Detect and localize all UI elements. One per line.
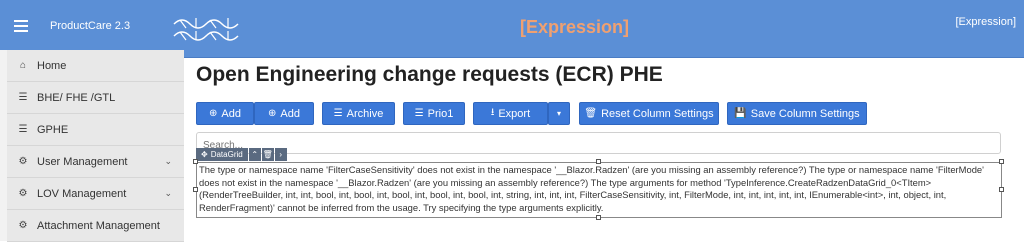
search-field[interactable] (196, 132, 1001, 154)
resize-handle[interactable] (193, 159, 198, 164)
sidebar-item-lov-management[interactable]: ⚙ LOV Management ⌄ (7, 178, 184, 210)
chevron-right-icon[interactable]: › (274, 148, 287, 161)
chevron-up-icon[interactable]: ⌃ (248, 148, 261, 161)
sidebar: ⌂ Home ☰ BHE/ FHE /GTL ☰ GPHE ⚙ User Man… (0, 50, 184, 242)
export-dropdown-button[interactable]: ▾ (548, 102, 570, 125)
move-icon: ✥ (201, 150, 208, 159)
expression-placeholder: [Expression] (520, 17, 630, 37)
archive-button[interactable]: ☰ Archive (322, 102, 395, 125)
gear-icon: ⚙ (18, 156, 28, 167)
list-icon: ☰ (414, 108, 424, 119)
trash-icon[interactable]: 🗑 (261, 148, 274, 161)
plus-circle-icon: ⊕ (268, 108, 277, 119)
trash-icon: 🗑 (584, 108, 598, 119)
company-logo (173, 18, 239, 41)
add-button-2[interactable]: ⊕ Add (254, 102, 314, 125)
sidebar-item-attachment-management[interactable]: ⚙ Attachment Management (7, 210, 184, 242)
sidebar-item-label: LOV Management (37, 187, 127, 200)
save-icon: 💾 (734, 108, 747, 119)
list-icon: ☰ (333, 108, 343, 119)
page-title: Open Engineering change requests (ECR) P… (196, 63, 663, 86)
export-button[interactable]: ⭳ Export (473, 102, 548, 125)
save-column-settings-button[interactable]: 💾 Save Column Settings (727, 102, 867, 125)
sidebar-item-gphe[interactable]: ☰ GPHE (7, 114, 184, 146)
prio1-button[interactable]: ☰ Prio1 (403, 102, 465, 125)
home-icon: ⌂ (19, 60, 27, 71)
sidebar-item-label: BHE/ FHE /GTL (37, 91, 116, 104)
resize-handle[interactable] (596, 159, 601, 164)
resize-handle[interactable] (999, 187, 1004, 192)
user-expression-label[interactable]: [Expression] (955, 16, 1016, 28)
sidebar-item-label: User Management (37, 155, 128, 168)
caret-down-icon: ▾ (556, 109, 561, 118)
download-icon: ⭳ (490, 107, 495, 118)
designer-toolbar: ✥ DataGrid ⌃ 🗑 › (196, 148, 287, 161)
sidebar-item-label: Home (37, 59, 67, 72)
datagrid-error-panel[interactable]: The type or namespace name 'FilterCaseSe… (196, 162, 1002, 218)
add-button[interactable]: ⊕ Add (196, 102, 254, 125)
reset-column-settings-button[interactable]: 🗑 Reset Column Settings (579, 102, 719, 125)
datagrid-component-label[interactable]: ✥ DataGrid (196, 148, 248, 161)
sidebar-item-user-management[interactable]: ⚙ User Management ⌄ (7, 146, 184, 178)
list-icon: ☰ (18, 92, 28, 103)
sidebar-item-label: Attachment Management (37, 219, 160, 232)
app-name: ProductCare 2.3 (50, 20, 131, 32)
sidebar-item-home[interactable]: ⌂ Home (7, 50, 184, 82)
resize-handle[interactable] (193, 187, 198, 192)
search-input[interactable] (203, 140, 994, 151)
hamburger-menu-icon[interactable] (14, 20, 28, 32)
gear-icon: ⚙ (18, 188, 28, 199)
chevron-down-icon: ⌄ (164, 156, 172, 166)
plus-circle-icon: ⊕ (209, 108, 218, 119)
list-icon: ☰ (18, 124, 28, 135)
error-message: The type or namespace name 'FilterCaseSe… (199, 164, 984, 213)
sidebar-item-label: GPHE (37, 123, 69, 136)
resize-handle[interactable] (999, 159, 1004, 164)
resize-handle[interactable] (596, 215, 601, 220)
chevron-down-icon: ⌄ (164, 188, 172, 198)
gear-icon: ⚙ (18, 220, 28, 231)
sidebar-item-bhe-fhe-gtl[interactable]: ☰ BHE/ FHE /GTL (7, 82, 184, 114)
